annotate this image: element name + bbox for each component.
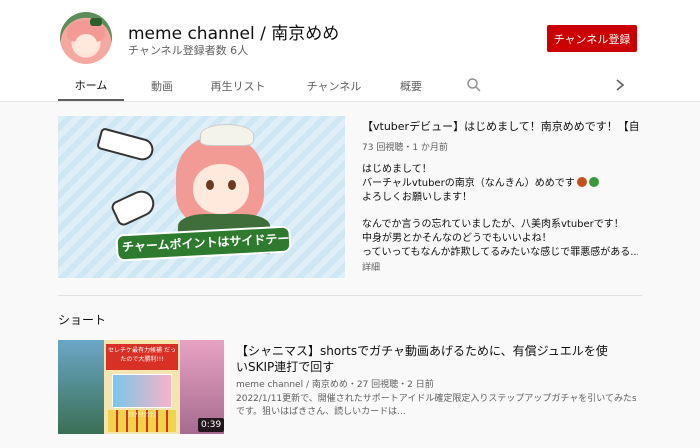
featured-video-title[interactable]: 【vtuberデビュー】はじめまして！南京めめです！【自己紹介... bbox=[362, 118, 638, 134]
subscribe-button[interactable]: チャンネル登録 bbox=[547, 25, 637, 52]
tab-home[interactable]: ホーム bbox=[58, 71, 124, 101]
short-video-title[interactable]: 【シャニマス】shortsでガチャ動画あげるために、有償ジュエルを使いSKIP連… bbox=[236, 343, 616, 375]
thumbnail-caption: チャームポイントはサイドテールと四葉のクローバー bbox=[115, 225, 292, 262]
subscriber-count: チャンネル登録者数 6人 bbox=[128, 44, 249, 57]
search-icon[interactable] bbox=[466, 77, 482, 93]
short-video-description: 2022/1/11更新で、開催されたサポートアイドル確定限定入りステップアップガ… bbox=[236, 393, 636, 419]
thumbnail-grid: ????????? bbox=[108, 410, 176, 432]
tab-about[interactable]: 概要 bbox=[388, 71, 434, 101]
tab-channels[interactable]: チャンネル bbox=[294, 71, 374, 101]
thumbnail-card bbox=[112, 374, 172, 408]
description-line: っていってもなんか詐欺してるみたいな感じで罪悪感がある... bbox=[362, 247, 638, 258]
description-line: なんでか言うの忘れていましたが、八美肉系vtuberです！ bbox=[362, 219, 624, 230]
more-details-link[interactable]: 詳細 bbox=[362, 260, 380, 273]
tab-videos[interactable]: 動画 bbox=[138, 71, 186, 101]
description-line: はじめまして！ bbox=[362, 164, 432, 175]
pointing-hand-graphic bbox=[96, 127, 156, 163]
avatar-clip bbox=[90, 18, 102, 26]
channel-avatar[interactable] bbox=[60, 12, 112, 64]
character-face bbox=[193, 164, 249, 214]
character-hat bbox=[200, 124, 254, 146]
emoji-icon bbox=[576, 177, 587, 187]
channel-header: meme channel / 南京めめ チャンネル登録者数 6人 チャンネル登録… bbox=[0, 0, 700, 102]
tab-playlists[interactable]: 再生リスト bbox=[196, 71, 280, 101]
pointing-hand-graphic bbox=[109, 186, 159, 228]
featured-video-description: はじめまして！ バーチャルvtuberの南京（なんきん）めめです よろしくお願い… bbox=[362, 163, 638, 260]
thumbnail-panel bbox=[58, 340, 104, 434]
avatar-face bbox=[75, 34, 97, 54]
channel-name: meme channel / 南京めめ bbox=[128, 24, 340, 44]
description-line: バーチャルvtuberの南京（なんきん）めめです bbox=[362, 177, 638, 191]
thumbnail-banner: セレチケ最有力候補 だったので大勝利!!! bbox=[106, 344, 178, 370]
description-line: よろしくお願いします！ bbox=[362, 192, 472, 203]
character-eye bbox=[228, 180, 236, 190]
clover-icon bbox=[588, 177, 599, 187]
character-eye bbox=[206, 180, 214, 190]
featured-video-thumbnail[interactable]: チャームポイントはサイドテールと四葉のクローバー bbox=[58, 116, 345, 278]
description-line: 2022/1/11更新で、開催されたサポートアイドル確定限定入りステップアップガ… bbox=[236, 394, 636, 404]
shorts-section-title[interactable]: ショート bbox=[58, 311, 106, 328]
header-divider bbox=[0, 101, 700, 102]
chevron-right-icon[interactable] bbox=[614, 77, 626, 93]
featured-video-meta: 73 回視聴・1 か月前 bbox=[362, 143, 448, 153]
description-line: 中身が男とかそんなのどうでもいいよね！ bbox=[362, 233, 552, 244]
description-gap bbox=[362, 205, 638, 218]
section-divider bbox=[58, 295, 642, 296]
duration-badge: 0:39 bbox=[198, 418, 225, 432]
short-video-meta: meme channel / 南京めめ・27 回視聴・2 日前 bbox=[236, 380, 434, 390]
description-line: です。狙いはばきさん、読しいカードは... bbox=[236, 407, 406, 417]
